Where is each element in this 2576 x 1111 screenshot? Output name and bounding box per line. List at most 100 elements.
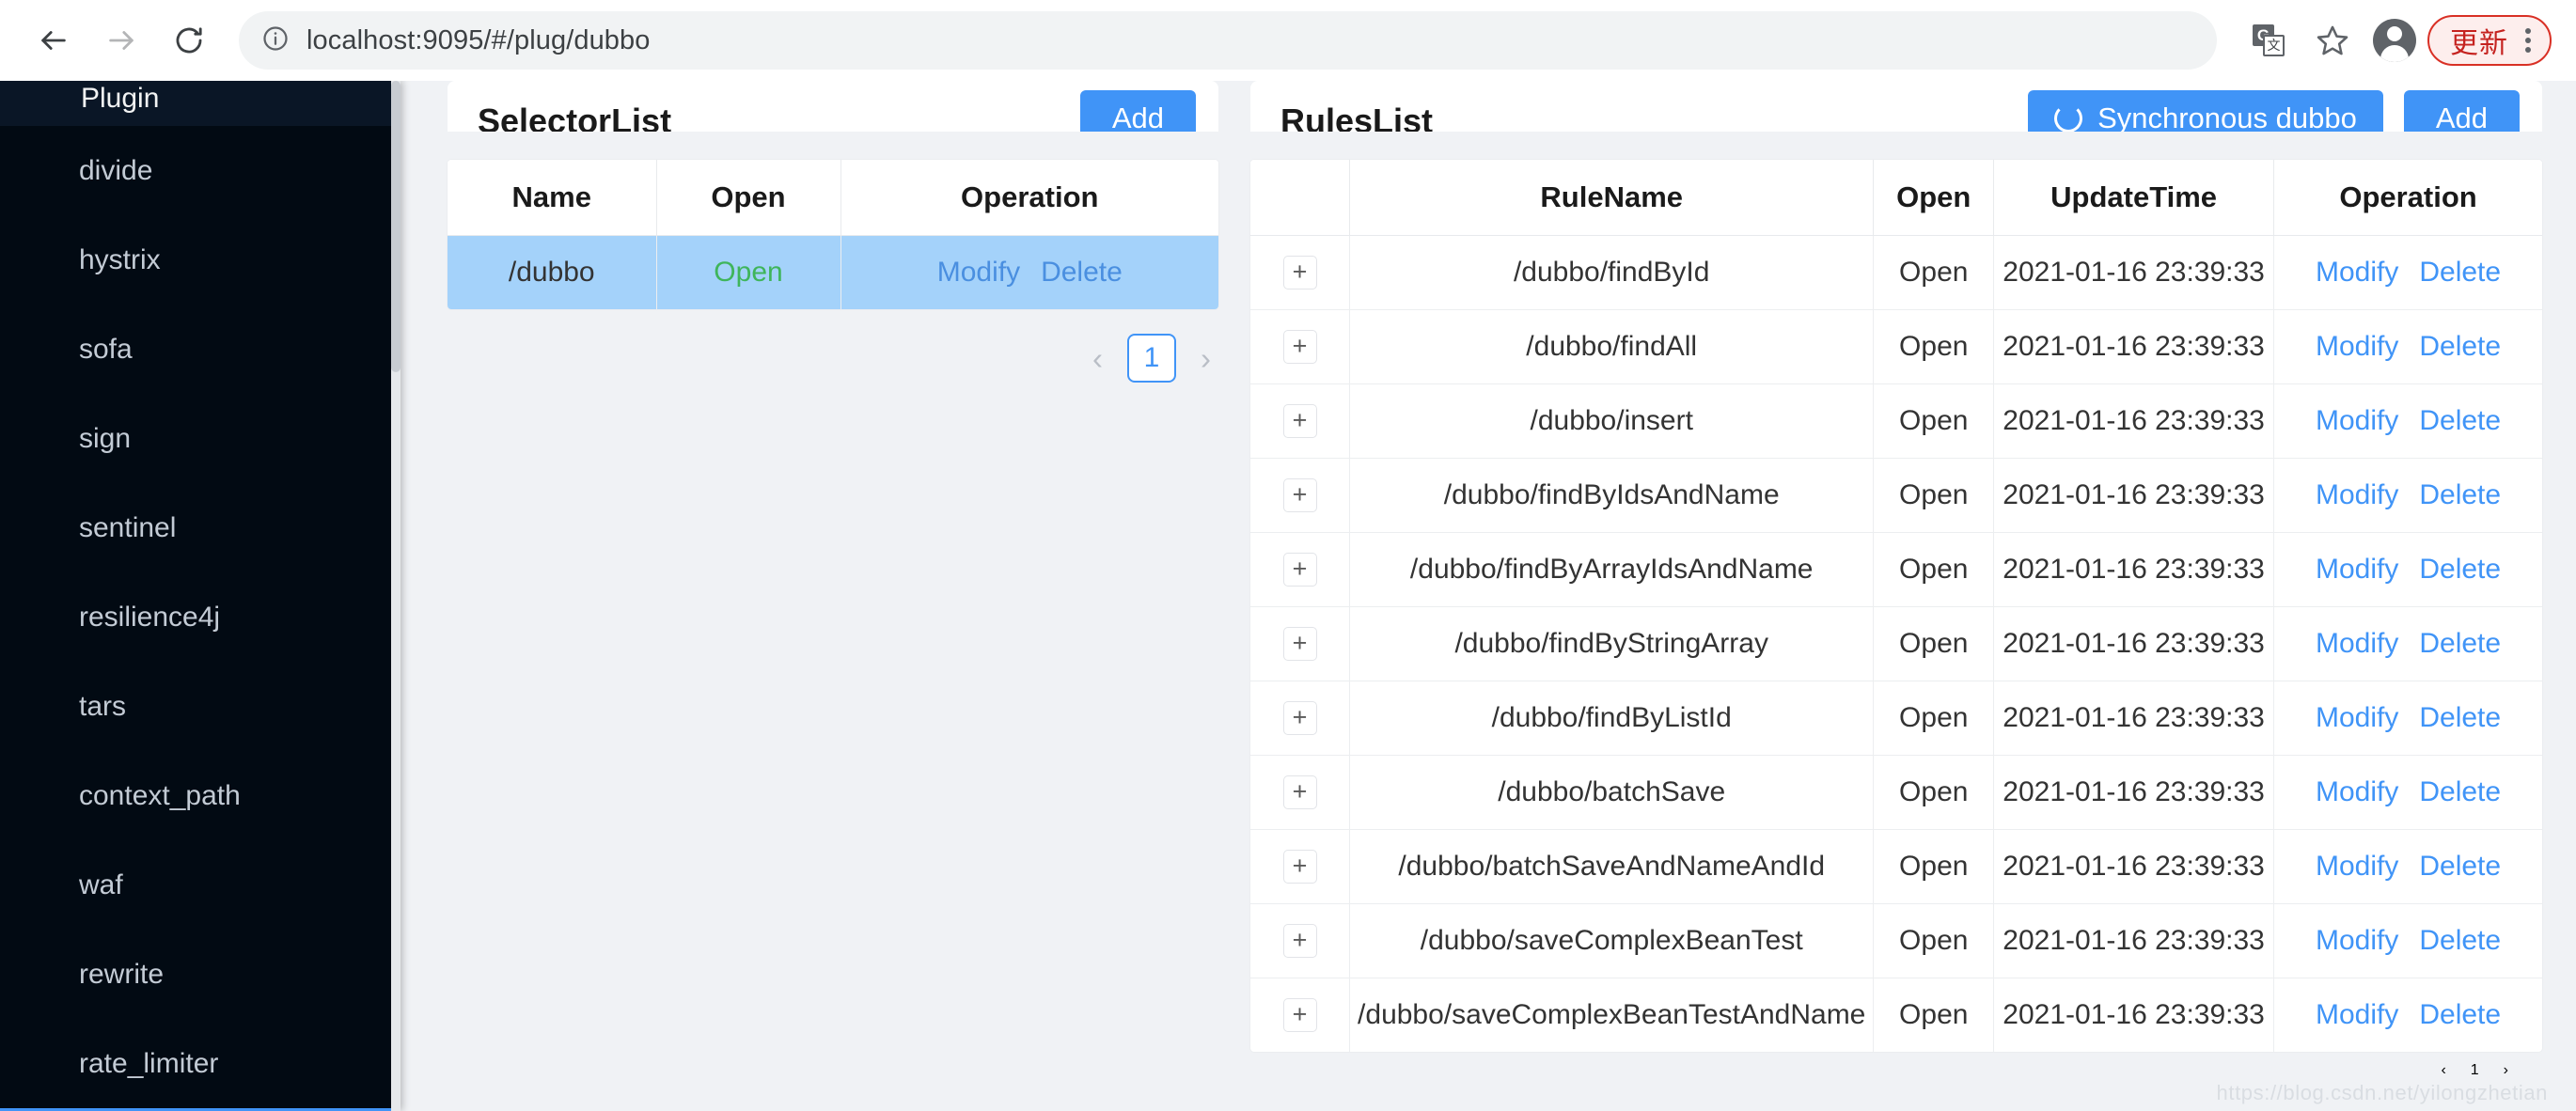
table-row[interactable]: + /dubbo/findByIdsAndName Open 2021-01-1…: [1250, 458, 2542, 533]
table-row[interactable]: + /dubbo/findByStringArray Open 2021-01-…: [1250, 606, 2542, 681]
rule-open-cell: Open: [1873, 681, 1995, 756]
rules-add-button[interactable]: Add: [2403, 90, 2520, 132]
expand-row-icon[interactable]: +: [1282, 923, 1317, 958]
sidebar-scrollbar-thumb[interactable]: [391, 81, 401, 372]
delete-link[interactable]: Delete: [1041, 257, 1123, 289]
table-row[interactable]: + /dubbo/saveComplexBeanTest Open 2021-0…: [1250, 903, 2542, 978]
sidebar-item-waf[interactable]: waf: [0, 840, 401, 930]
modify-link[interactable]: Modify: [2316, 776, 2398, 808]
table-row[interactable]: + /dubbo/findById Open 2021-01-16 23:39:…: [1250, 235, 2542, 310]
delete-link[interactable]: Delete: [2419, 257, 2501, 289]
sidebar-item-label: rewrite: [79, 958, 165, 990]
table-row[interactable]: + /dubbo/insert Open 2021-01-16 23:39:33…: [1250, 383, 2542, 459]
modify-link[interactable]: Modify: [2316, 479, 2398, 511]
expand-row-icon[interactable]: +: [1282, 849, 1317, 884]
pagination-page-1[interactable]: 1: [1127, 334, 1176, 383]
sidebar-item-label: rate_limiter: [79, 1047, 219, 1079]
modify-link[interactable]: Modify: [2316, 999, 2398, 1031]
modify-link[interactable]: Modify: [2316, 331, 2398, 363]
update-button[interactable]: 更新: [2427, 15, 2552, 66]
table-row[interactable]: + /dubbo/findAll Open 2021-01-16 23:39:3…: [1250, 309, 2542, 384]
pagination-page-1[interactable]: 1: [2471, 1062, 2479, 1079]
sidebar-item-sign[interactable]: sign: [0, 394, 401, 483]
delete-link[interactable]: Delete: [2419, 776, 2501, 808]
sidebar-item-label: waf: [79, 868, 123, 900]
sidebar-item-tars[interactable]: tars: [0, 662, 401, 751]
pagination-prev-icon[interactable]: ‹: [1092, 343, 1103, 374]
pagination-next-icon[interactable]: ›: [2504, 1062, 2508, 1079]
rule-updatetime-cell: 2021-01-16 23:39:33: [1993, 681, 2275, 756]
rule-open-cell: Open: [1873, 532, 1995, 607]
sidebar-item-divide[interactable]: divide: [0, 126, 401, 215]
modify-link[interactable]: Modify: [937, 257, 1020, 289]
sidebar-item-sofa[interactable]: sofa: [0, 305, 401, 394]
rule-name-cell: /dubbo/findAll: [1349, 309, 1875, 384]
rule-updatetime-cell: 2021-01-16 23:39:33: [1993, 829, 2275, 904]
kebab-menu-icon[interactable]: [2521, 28, 2535, 53]
table-row[interactable]: + /dubbo/findByArrayIdsAndName Open 2021…: [1250, 532, 2542, 607]
modify-link[interactable]: Modify: [2316, 702, 2398, 734]
pagination-prev-icon[interactable]: ‹: [2441, 1062, 2445, 1079]
table-row[interactable]: + /dubbo/findByListId Open 2021-01-16 23…: [1250, 681, 2542, 756]
delete-link[interactable]: Delete: [2419, 851, 2501, 883]
rule-open-cell: Open: [1873, 755, 1995, 830]
delete-link[interactable]: Delete: [2419, 554, 2501, 586]
expand-row-icon[interactable]: +: [1282, 255, 1317, 289]
sidebar-item-sentinel[interactable]: sentinel: [0, 483, 401, 572]
expand-row-icon[interactable]: +: [1282, 477, 1317, 512]
synchronous-dubbo-button[interactable]: Synchronous dubbo: [2028, 90, 2383, 132]
expand-row-icon[interactable]: +: [1282, 329, 1317, 364]
expand-row-icon[interactable]: +: [1282, 700, 1317, 735]
table-row[interactable]: + /dubbo/saveComplexBeanTestAndName Open…: [1250, 978, 2542, 1052]
expand-row-icon[interactable]: +: [1282, 403, 1317, 438]
rule-name-cell: /dubbo/findById: [1349, 235, 1875, 310]
watermark-text: https://blog.csdn.net/yilongzhetian: [2216, 1081, 2548, 1104]
delete-link[interactable]: Delete: [2419, 702, 2501, 734]
pagination-next-icon[interactable]: ›: [1201, 343, 1211, 374]
modify-link[interactable]: Modify: [2316, 851, 2398, 883]
expand-row-icon[interactable]: +: [1282, 997, 1317, 1032]
sidebar-item-rate-limiter[interactable]: rate_limiter: [0, 1019, 401, 1108]
sidebar-item-context-path[interactable]: context_path: [0, 751, 401, 840]
reload-button[interactable]: [160, 11, 218, 70]
modify-link[interactable]: Modify: [2316, 628, 2398, 660]
modify-link[interactable]: Modify: [2316, 257, 2398, 289]
modify-link[interactable]: Modify: [2316, 554, 2398, 586]
expand-cell: +: [1250, 606, 1351, 681]
address-bar[interactable]: localhost:9095/#/plug/dubbo: [239, 11, 2217, 70]
expand-row-icon[interactable]: +: [1282, 775, 1317, 809]
table-row[interactable]: + /dubbo/batchSave Open 2021-01-16 23:39…: [1250, 755, 2542, 830]
delete-link[interactable]: Delete: [2419, 925, 2501, 957]
modify-link[interactable]: Modify: [2316, 925, 2398, 957]
sidebar-scrollbar-track[interactable]: [391, 81, 401, 1111]
table-row[interactable]: + /dubbo/batchSaveAndNameAndId Open 2021…: [1250, 829, 2542, 904]
rule-name-cell: /dubbo/insert: [1349, 383, 1875, 459]
selector-panel-title: SelectorList: [478, 102, 672, 132]
rule-name-cell: /dubbo/saveComplexBeanTest: [1349, 903, 1875, 978]
sidebar-item-label: context_path: [79, 779, 241, 811]
site-info-icon[interactable]: [261, 24, 290, 57]
expand-row-icon[interactable]: +: [1282, 626, 1317, 661]
sidebar-item-resilience4j[interactable]: resilience4j: [0, 572, 401, 662]
browser-toolbar: localhost:9095/#/plug/dubbo G 文 更新: [0, 0, 2576, 81]
delete-link[interactable]: Delete: [2419, 999, 2501, 1031]
expand-cell: +: [1250, 978, 1351, 1052]
translate-icon[interactable]: G 文: [2239, 11, 2298, 70]
modify-link[interactable]: Modify: [2316, 405, 2398, 437]
sidebar: Plugin divide hystrix sofa sign sentinel…: [0, 81, 401, 1111]
star-icon[interactable]: [2303, 11, 2362, 70]
delete-link[interactable]: Delete: [2419, 628, 2501, 660]
back-button[interactable]: [24, 11, 83, 70]
sidebar-item-hystrix[interactable]: hystrix: [0, 215, 401, 305]
rule-updatetime-cell: 2021-01-16 23:39:33: [1993, 532, 2275, 607]
sidebar-item-rewrite[interactable]: rewrite: [0, 930, 401, 1019]
forward-button[interactable]: [92, 11, 150, 70]
profile-avatar[interactable]: [2373, 19, 2416, 62]
delete-link[interactable]: Delete: [2419, 405, 2501, 437]
url-text: localhost:9095/#/plug/dubbo: [306, 24, 651, 55]
selector-add-button[interactable]: Add: [1079, 90, 1196, 132]
table-row[interactable]: /dubbo Open Modify Delete: [448, 235, 1218, 309]
delete-link[interactable]: Delete: [2419, 331, 2501, 363]
delete-link[interactable]: Delete: [2419, 479, 2501, 511]
expand-row-icon[interactable]: +: [1282, 552, 1317, 587]
